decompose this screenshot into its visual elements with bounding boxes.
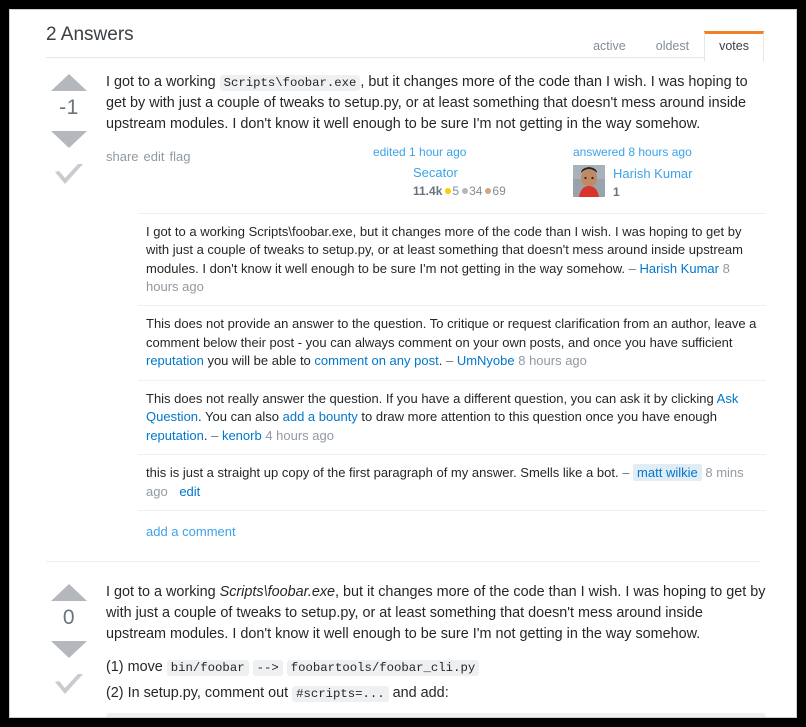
post-menu: share edit flag: [106, 145, 373, 164]
accept-answer-checkmark-icon[interactable]: [52, 672, 86, 698]
edited-timestamp[interactable]: edited 1 hour ago: [373, 145, 573, 160]
answer-post: -1 I got to a working Scripts\foobar.exe…: [38, 58, 768, 539]
comment-timestamp[interactable]: 4 hours ago: [265, 428, 334, 443]
bronze-badge-count: 69: [492, 183, 506, 198]
bronze-badge-icon: [485, 187, 492, 194]
comment-username[interactable]: UmNyobe: [457, 353, 515, 368]
avatar[interactable]: [573, 164, 605, 197]
comment-username[interactable]: Harish Kumar: [640, 261, 719, 276]
vote-count: -1: [59, 96, 79, 119]
comment-text: . You can also: [198, 409, 283, 425]
steps-list: (1) move bin/foobar --> foobartools/foob…: [106, 657, 766, 704]
post-cell: I got to a working Scripts\foobar.exe, b…: [100, 582, 768, 717]
upvote-arrow-icon[interactable]: [51, 74, 87, 91]
vote-cell: -1: [38, 72, 100, 539]
answerer-user-card: answered 8 hours ago Harish Kumar 1: [573, 145, 766, 199]
page-title: 2 Answers: [46, 24, 134, 45]
post-cell: I got to a working Scripts\foobar.exe, b…: [100, 72, 768, 539]
italic-scripts-foobar: Scripts\foobar.exe: [219, 584, 336, 601]
inline-code-bin-foobar: bin/foobar: [166, 659, 249, 676]
answerer-reputation: 1: [613, 184, 620, 199]
comment-item: This does not provide an answer to the q…: [138, 306, 766, 381]
comment-text: .: [203, 427, 208, 443]
answered-timestamp[interactable]: answered 8 hours ago: [573, 145, 766, 160]
inline-code-arrow: -->: [252, 659, 283, 676]
comment-link-reputation[interactable]: reputation: [146, 428, 204, 443]
accept-answer-checkmark-icon[interactable]: [52, 162, 86, 188]
tab-votes[interactable]: votes: [704, 31, 764, 62]
vote-count: 0: [62, 606, 76, 630]
step-item: (1) move bin/foobar --> foobartools/foob…: [106, 657, 766, 678]
answer-body: I got to a working Scripts\foobar.exe, b…: [106, 582, 766, 717]
comment-edit-link[interactable]: edit: [179, 484, 200, 499]
answer-post: 0 I got to a working Scripts\foobar.exe,…: [38, 562, 768, 717]
gold-badge: 5: [445, 184, 459, 198]
answers-header: 2 Answers active oldest votes: [38, 10, 768, 62]
add-comment-link[interactable]: add a comment: [146, 524, 766, 539]
comment-text: this is just a straight up copy of the f…: [146, 465, 619, 481]
comment-item: I got to a working Scripts\foobar.exe, b…: [138, 214, 766, 307]
editor-username[interactable]: Secator: [413, 165, 573, 181]
comment-link-reputation[interactable]: reputation: [146, 353, 204, 368]
step-suffix: and add:: [388, 684, 449, 701]
code-block: entry_points={: [106, 713, 766, 717]
inline-code-scripts-comment: #scripts=...: [292, 685, 389, 702]
comment-item: this is just a straight up copy of the f…: [138, 455, 766, 512]
answerer-username[interactable]: Harish Kumar: [613, 166, 692, 182]
comment-text: .: [438, 353, 443, 369]
comment-text: to draw more attention to this question …: [357, 409, 717, 425]
comment-text: This does not really answer the question…: [146, 390, 717, 406]
editor-reputation: 11.4k: [413, 183, 443, 198]
answerer-reputation-line: 1: [613, 185, 692, 199]
answer-body-lead: I got to a working: [106, 74, 220, 90]
comment-text: This does not provide an answer to the q…: [146, 316, 757, 350]
step-gap: [249, 659, 253, 675]
editor-reputation-line: 11.4k 5 34 69: [413, 184, 573, 198]
flag-link[interactable]: flag: [170, 149, 191, 164]
step-prefix: (1) move: [106, 658, 167, 675]
comment-dash: –: [622, 465, 630, 481]
editor-user-card: edited 1 hour ago Secator 11.4k 5 34 69: [373, 145, 573, 198]
screenshot-frame: 2 Answers active oldest votes -1 I got t…: [0, 0, 806, 727]
inline-code-foobartools-cli: foobartools/foobar_cli.py: [286, 659, 480, 676]
comment-dash: –: [445, 353, 454, 369]
comment-link-add-a-bounty[interactable]: add a bounty: [283, 409, 358, 424]
comment-timestamp[interactable]: 8 hours ago: [518, 353, 587, 368]
comment-text: you will be able to: [203, 353, 315, 369]
comment-username[interactable]: matt wilkie: [633, 464, 702, 482]
silver-badge-icon: [462, 187, 469, 194]
comment-item: This does not really answer the question…: [138, 381, 766, 456]
gold-badge-icon: [445, 187, 452, 194]
upvote-arrow-icon[interactable]: [51, 584, 87, 602]
bronze-badge: 69: [485, 183, 506, 198]
step-prefix: (2) In setup.py, comment out: [106, 684, 293, 701]
answer-body-lead: I got to a working: [106, 584, 220, 601]
comment-dash: –: [628, 260, 636, 276]
comments-list: I got to a working Scripts\foobar.exe, b…: [138, 212, 766, 512]
answers-page: 2 Answers active oldest votes -1 I got t…: [9, 9, 797, 718]
inline-code-scripts-foobar: Scripts\foobar.exe: [219, 75, 361, 91]
downvote-arrow-icon[interactable]: [51, 641, 87, 659]
step-item: (2) In setup.py, comment out #scripts=..…: [106, 683, 766, 704]
header-divider: [46, 57, 760, 58]
comment-link-comment-on-any-post[interactable]: comment on any post: [314, 353, 438, 368]
share-link[interactable]: share: [106, 149, 139, 164]
comment-username[interactable]: kenorb: [222, 428, 262, 443]
vote-cell: 0: [38, 582, 100, 717]
silver-badge-count: 34: [469, 183, 483, 198]
comment-dash: –: [211, 427, 219, 443]
downvote-arrow-icon[interactable]: [51, 131, 87, 148]
edit-link[interactable]: edit: [144, 149, 165, 164]
post-meta: share edit flag edited 1 hour ago Secator …: [106, 145, 766, 199]
answer-body: I got to a working Scripts\foobar.exe, b…: [106, 72, 766, 135]
gold-badge-count: 5: [452, 183, 460, 198]
silver-badge: 34: [462, 184, 482, 198]
